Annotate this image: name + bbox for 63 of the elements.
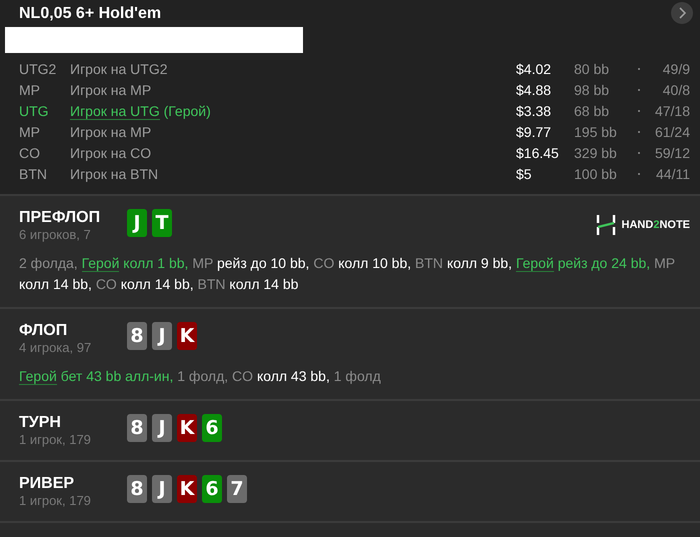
player-position: MP bbox=[19, 82, 41, 98]
player-stats: 47/18 bbox=[654, 102, 690, 118]
hero-link[interactable]: Герой bbox=[19, 368, 57, 385]
player-stack-bb: 329 bb bbox=[574, 144, 618, 160]
playing-card: 6 bbox=[202, 475, 222, 503]
playing-card: 6 bbox=[202, 414, 222, 442]
playing-card: 7 bbox=[227, 475, 247, 503]
table-title: NL0,05 6+ Hold'em bbox=[19, 4, 162, 24]
street-info: 1 игрок, 179 bbox=[19, 493, 92, 509]
player-stack-bb: 98 bb bbox=[574, 82, 610, 98]
player-position: UTG2 bbox=[19, 60, 58, 76]
playing-card: T bbox=[152, 209, 172, 237]
player-position: CO bbox=[19, 144, 41, 160]
playing-card: J bbox=[127, 209, 147, 237]
player-stack-bb: 68 bb bbox=[574, 102, 610, 118]
player-stack: $4.02 bbox=[516, 60, 552, 76]
player-stats: 44/11 bbox=[655, 166, 690, 182]
player-stats: 59/12 bbox=[654, 144, 690, 160]
playing-card: K bbox=[177, 414, 197, 442]
player-stack: $9.77 bbox=[516, 124, 552, 140]
player-name: Игрок на MP bbox=[70, 124, 152, 140]
playing-card: 8 bbox=[127, 322, 147, 350]
player-position: UTG bbox=[19, 102, 50, 118]
player-position: BTN bbox=[19, 166, 48, 182]
street-name: РИВЕР bbox=[19, 474, 76, 493]
player-stats: 49/9 bbox=[662, 60, 690, 76]
hero-tag: (Герой) bbox=[164, 102, 211, 118]
player-stack: $3.38 bbox=[516, 102, 552, 118]
hero-link[interactable]: Герой bbox=[516, 255, 554, 272]
player-stack: $4.88 bbox=[516, 82, 552, 98]
playing-card: J bbox=[152, 475, 172, 503]
action-summary: 2 фолда, Герой колл 1 bb, MP рейз до 10 bb, CO колл 10 bb, BTN колл 9 bb, Герой рейз до 24 bb, MP колл 14 bb, CO колл 14 bb, BTN колл 14 bb bbox=[19, 254, 676, 294]
playing-card: J bbox=[152, 322, 172, 350]
player-stack-bb: 80 bb bbox=[574, 60, 610, 76]
street-info: 6 игроков, 7 bbox=[19, 227, 92, 243]
player-stack-bb: 100 bb bbox=[574, 166, 618, 182]
playing-card: 8 bbox=[127, 475, 147, 503]
chevron-right-icon bbox=[678, 7, 686, 19]
player-stack-bb: 195 bb bbox=[574, 124, 618, 140]
street-name: ФЛОП bbox=[19, 321, 68, 340]
street-info: 4 игрока, 97 bbox=[19, 340, 92, 356]
player-name: Игрок на UTG2 bbox=[70, 60, 169, 76]
action-summary: Герой бет 43 bb алл-ин, 1 фолд, CO колл 43 bb, 1 фолд bbox=[19, 367, 382, 387]
player-name: Игрок на MP bbox=[70, 82, 152, 98]
player-name: Игрок на BTN bbox=[70, 166, 160, 182]
player-name-link[interactable]: Игрок на UTG bbox=[70, 102, 160, 120]
playing-card: 8 bbox=[127, 414, 147, 442]
player-stack: $5 bbox=[516, 166, 533, 182]
playing-card: J bbox=[152, 414, 172, 442]
street-name: ТУРН bbox=[19, 413, 62, 432]
player-stack: $16.45 bbox=[516, 144, 560, 160]
logo-icon bbox=[596, 214, 616, 236]
player-position: MP bbox=[19, 124, 41, 140]
playing-card: K bbox=[177, 475, 197, 503]
street-name: ПРЕФЛОП bbox=[19, 208, 102, 227]
logo-text: HAND2NOTE bbox=[622, 219, 690, 231]
player-name: Игрок на CO bbox=[70, 144, 152, 160]
player-stats: 61/24 bbox=[654, 124, 690, 140]
playing-card: K bbox=[177, 322, 197, 350]
player-stats: 40/8 bbox=[662, 82, 690, 98]
next-button[interactable] bbox=[671, 2, 693, 24]
street-info: 1 игрок, 179 bbox=[19, 432, 92, 448]
hero-link[interactable]: Герой bbox=[82, 255, 120, 272]
